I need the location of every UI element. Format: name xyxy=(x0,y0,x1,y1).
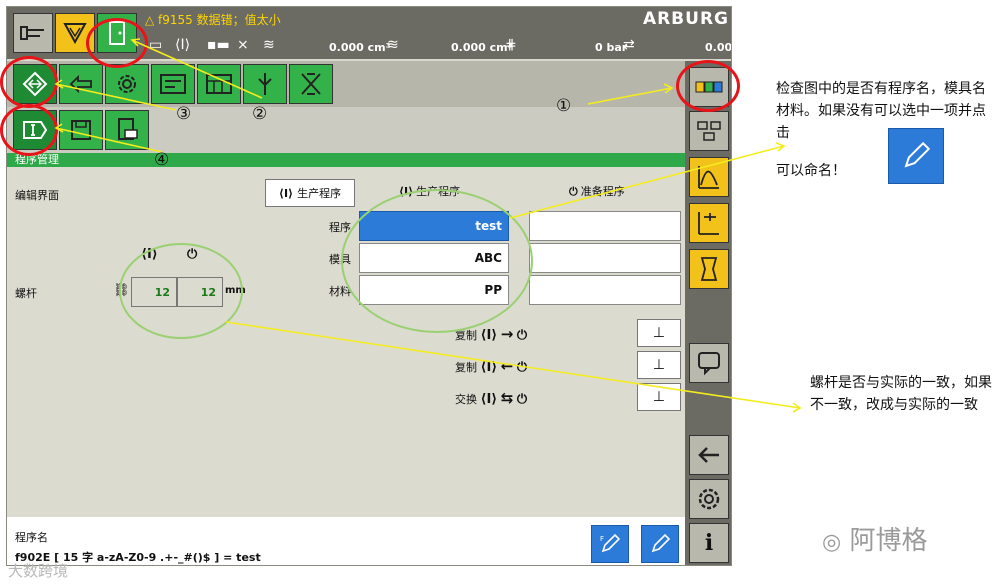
note-check-names: 检查图中的是否有程序名，模具名材料。如果没有可以选中一项并点击 xyxy=(776,78,998,144)
wechat-icon: ◎ xyxy=(822,530,842,555)
marker-4: ④ xyxy=(154,150,170,170)
note-rename: 可以命名！ xyxy=(776,163,846,179)
watermark-brand: ◎ 阿博格 xyxy=(822,520,927,557)
marker-2: ② xyxy=(252,104,268,124)
marker-3: ③ xyxy=(176,104,192,124)
watermark-left: 大数跨境 xyxy=(8,562,69,580)
note-check-names-text: 检查图中的是否有程序名，模具名材料。如果没有可以选中一项并点击 xyxy=(776,81,986,141)
note-screw: 螺杆是否与实际的一致，如果不一致，改成与实际的一致 xyxy=(810,375,992,413)
watermark-text: 阿博格 xyxy=(849,526,928,556)
marker-1: ① xyxy=(556,96,572,116)
pencil-example-icon xyxy=(888,128,944,184)
